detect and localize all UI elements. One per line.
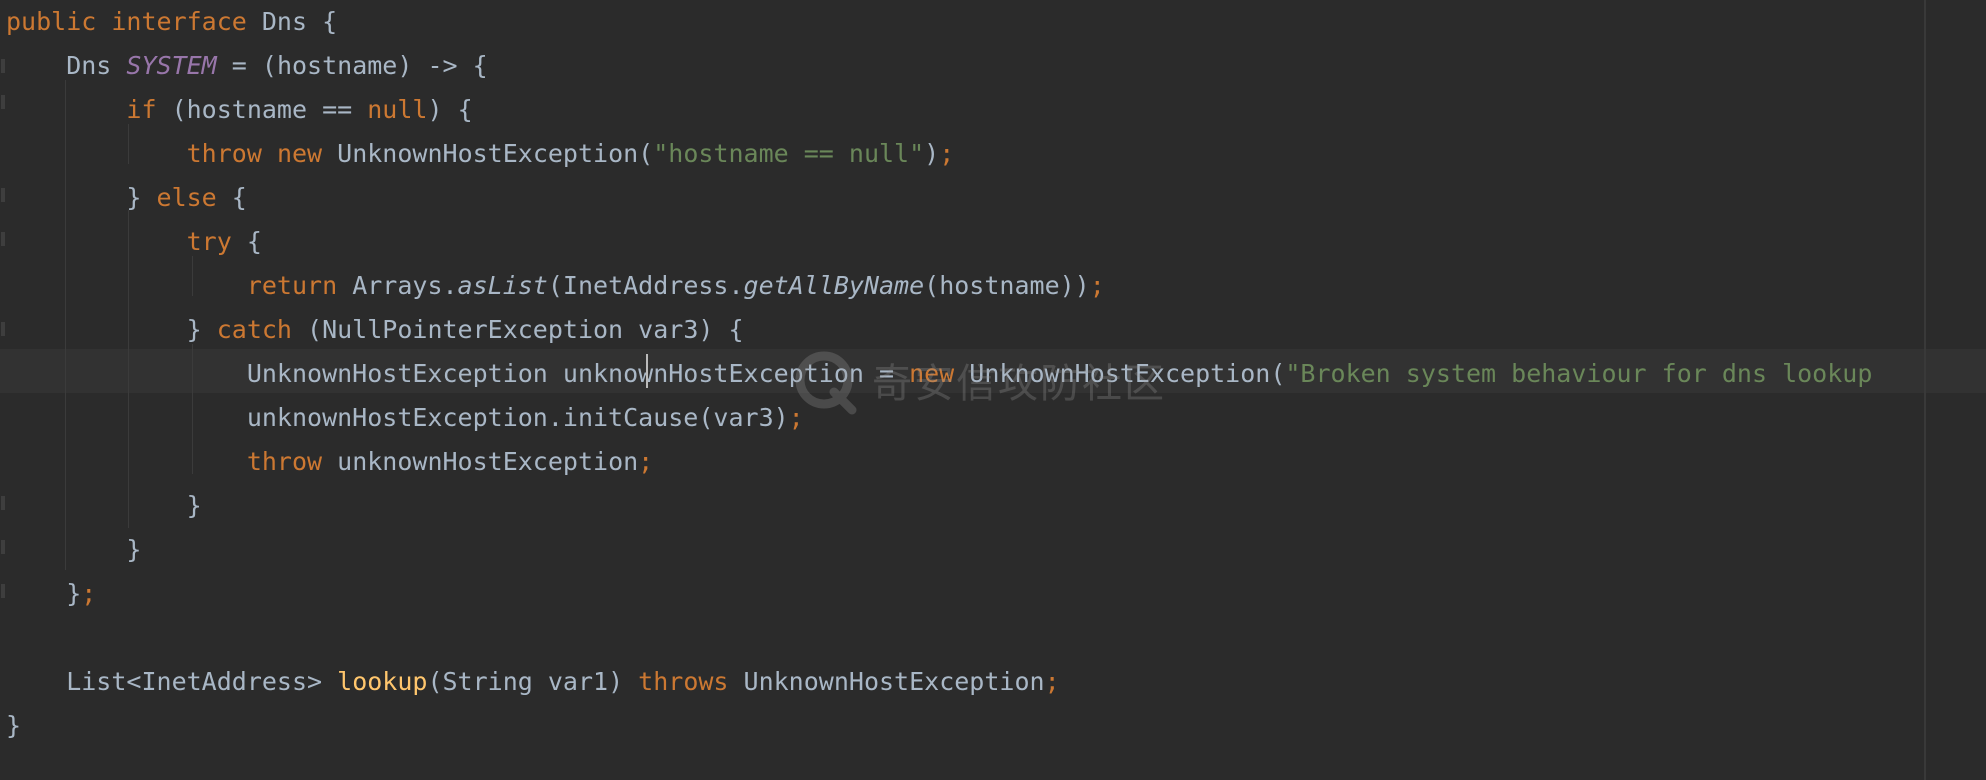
code-token: new	[276, 139, 338, 168]
code-token: }	[6, 491, 202, 520]
code-token: (hostname ==	[171, 95, 368, 124]
code-token: ;	[638, 447, 654, 476]
fold-marker[interactable]	[1, 496, 5, 510]
code-token: ;	[1089, 271, 1105, 300]
code-token: (hostname))	[924, 271, 1090, 300]
code-token: }	[6, 535, 142, 564]
code-token: unknownHostException	[337, 447, 639, 476]
code-token: getAllByName	[743, 271, 925, 300]
code-line[interactable]: Dns SYSTEM = (hostname) -> {	[6, 44, 488, 88]
code-token: UnknownHostException	[743, 667, 1045, 696]
code-token: ;	[1044, 667, 1060, 696]
right-margin-guide	[1924, 0, 1926, 780]
code-line[interactable]: }	[6, 484, 202, 528]
code-line[interactable]: throw unknownHostException;	[6, 440, 653, 484]
code-line[interactable]: unknownHostException.initCause(var3);	[6, 396, 804, 440]
code-token: ;	[788, 403, 804, 432]
code-token: return	[6, 271, 353, 300]
code-token: catch	[216, 315, 308, 344]
code-token: public	[6, 7, 112, 36]
code-line[interactable]: return Arrays.asList(InetAddress.getAllB…	[6, 264, 1105, 308]
code-token: ;	[939, 139, 955, 168]
code-token: Dns {	[261, 7, 338, 36]
code-token: throws	[638, 667, 744, 696]
code-line[interactable]: }	[6, 704, 21, 748]
code-token: }	[6, 315, 217, 344]
code-token: UnknownHostException unknownHostExceptio…	[6, 359, 910, 388]
code-line[interactable]: if (hostname == null) {	[6, 88, 473, 132]
code-token: ) {	[427, 95, 473, 124]
code-token: }	[6, 183, 157, 212]
code-token: unknownHostException.initCause(var3)	[6, 403, 789, 432]
fold-marker[interactable]	[1, 584, 5, 598]
text-caret	[646, 354, 648, 388]
code-line[interactable]: try {	[6, 220, 262, 264]
code-token: lookup	[337, 667, 428, 696]
code-token: null	[367, 95, 428, 124]
fold-marker[interactable]	[1, 232, 5, 246]
code-token: "Broken system behaviour for dns lookup	[1285, 359, 1873, 388]
code-token: = (hostname) -> {	[216, 51, 488, 80]
code-token: interface	[111, 7, 262, 36]
code-token: new	[909, 359, 970, 388]
code-token: ;	[81, 579, 97, 608]
code-token: UnknownHostException(	[337, 139, 654, 168]
code-token: {	[231, 183, 247, 212]
code-line[interactable]: public interface Dns {	[6, 0, 337, 44]
code-line[interactable]: UnknownHostException unknownHostExceptio…	[6, 352, 1873, 396]
code-line[interactable]: } else {	[6, 176, 247, 220]
code-token: else	[156, 183, 232, 212]
code-token: try	[6, 227, 247, 256]
code-token: (NullPointerException var3) {	[307, 315, 744, 344]
fold-marker[interactable]	[1, 59, 5, 73]
code-token: (InetAddress.	[547, 271, 744, 300]
fold-marker[interactable]	[1, 188, 5, 202]
code-token: UnknownHostException(	[969, 359, 1286, 388]
code-line[interactable]: List<InetAddress> lookup(String var1) th…	[6, 660, 1060, 704]
code-token: "hostname == null"	[653, 139, 925, 168]
code-token: throw	[6, 447, 338, 476]
code-token: Arrays.	[352, 271, 458, 300]
code-token: asList	[457, 271, 548, 300]
code-token: throw	[6, 139, 277, 168]
code-line[interactable]: } catch (NullPointerException var3) {	[6, 308, 744, 352]
code-line[interactable]: }	[6, 528, 141, 572]
code-line[interactable]: };	[6, 572, 96, 616]
fold-marker[interactable]	[1, 540, 5, 554]
code-token: if	[6, 95, 172, 124]
fold-marker[interactable]	[1, 95, 5, 109]
code-token: }	[6, 579, 82, 608]
code-token: }	[6, 711, 22, 740]
code-editor[interactable]: public interface Dns { Dns SYSTEM = (hos…	[0, 0, 1986, 780]
code-line[interactable]: throw new UnknownHostException("hostname…	[6, 132, 955, 176]
code-token: SYSTEM	[126, 51, 217, 80]
code-token: {	[246, 227, 262, 256]
fold-marker[interactable]	[1, 322, 5, 336]
code-token: (String var1)	[427, 667, 639, 696]
code-token: )	[924, 139, 940, 168]
code-token: List<InetAddress>	[6, 667, 338, 696]
code-token: Dns	[6, 51, 127, 80]
